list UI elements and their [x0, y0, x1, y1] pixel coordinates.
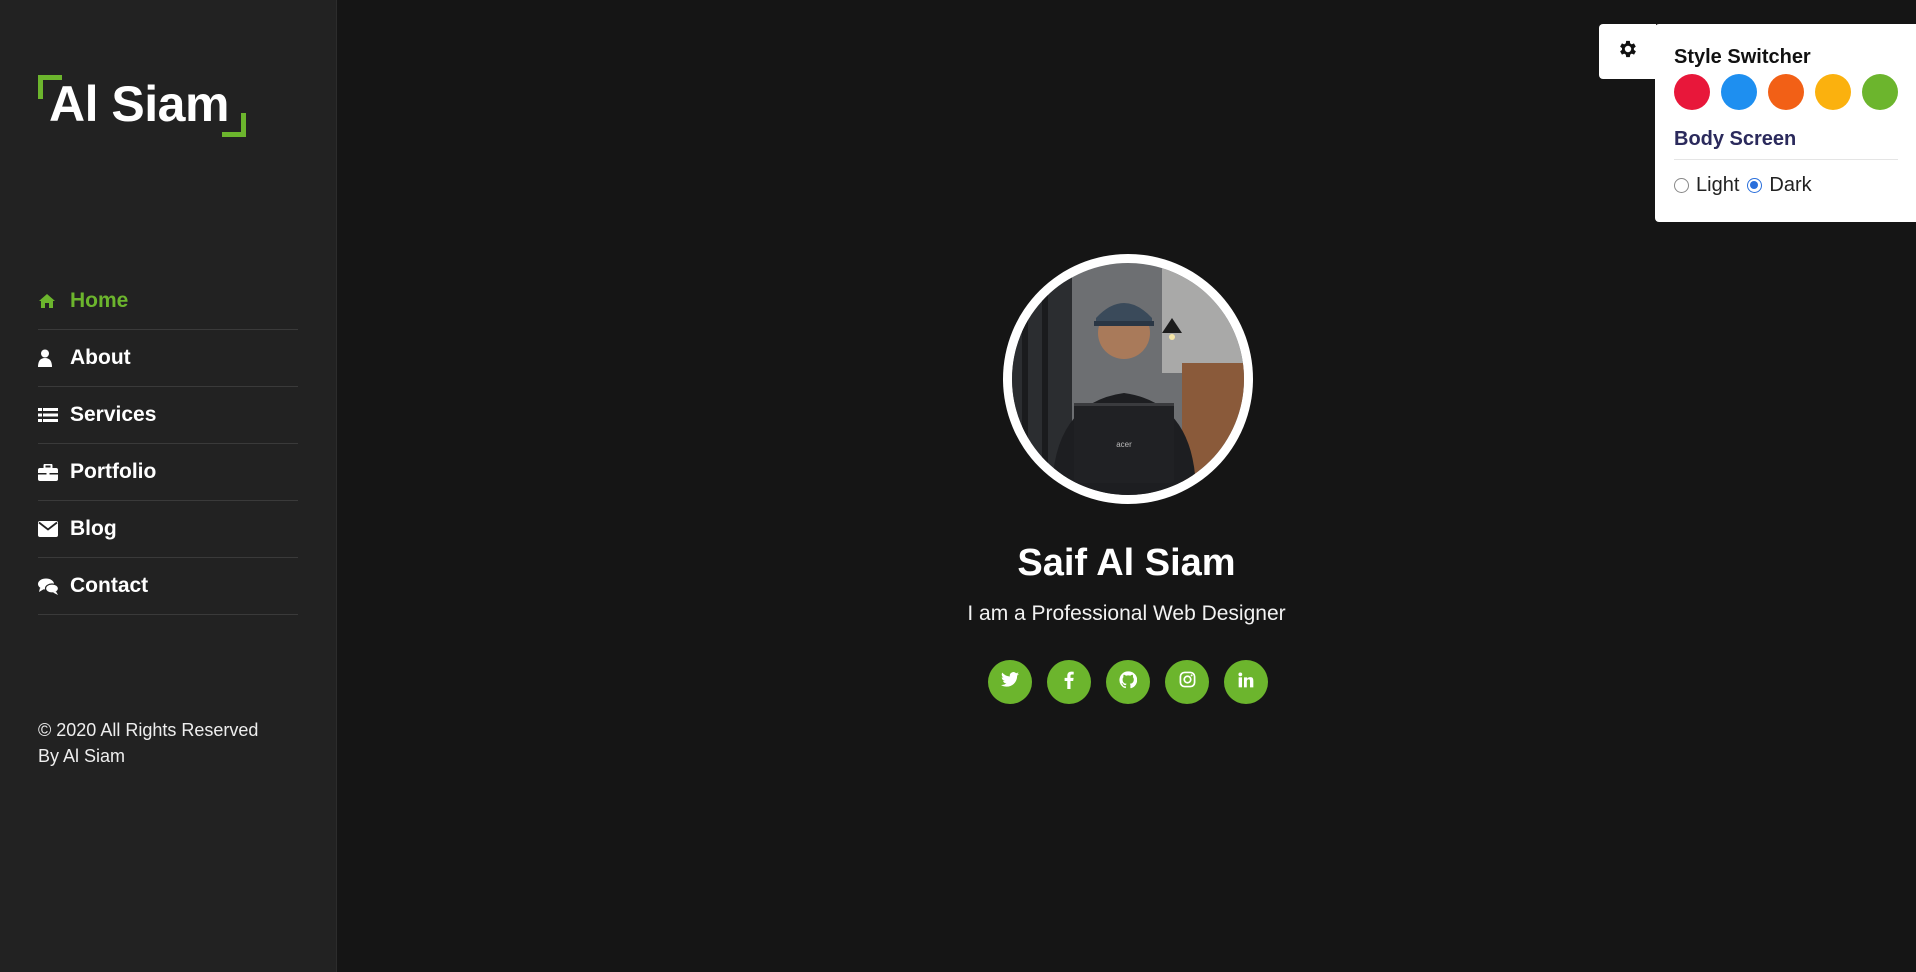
copyright-author: By Al Siam — [38, 746, 126, 766]
sidebar-item-home[interactable]: Home — [38, 273, 298, 330]
swatch-yellow[interactable] — [1815, 74, 1851, 110]
light-mode-label: Light — [1696, 174, 1740, 196]
user-icon — [38, 348, 64, 368]
swatch-red[interactable] — [1674, 74, 1710, 110]
instagram-link[interactable] — [1165, 660, 1209, 704]
facebook-icon — [1064, 671, 1074, 694]
swatch-green[interactable] — [1862, 74, 1898, 110]
dark-mode-option[interactable]: Dark — [1747, 174, 1812, 197]
linkedin-icon — [1238, 671, 1254, 693]
profile-photo: acer — [1012, 263, 1244, 495]
swatch-orange[interactable] — [1768, 74, 1804, 110]
logo[interactable]: Al Siam — [38, 75, 248, 137]
light-mode-option[interactable]: Light — [1674, 174, 1739, 197]
gear-icon — [1617, 38, 1639, 65]
sidebar-item-about[interactable]: About — [38, 330, 298, 387]
sidebar-item-label: Portfolio — [70, 460, 157, 483]
body-screen-title: Body Screen — [1674, 128, 1898, 160]
briefcase-icon — [38, 462, 64, 482]
sidebar: Al Siam Home About Services Portfolio Bl… — [0, 0, 337, 972]
facebook-link[interactable] — [1047, 660, 1091, 704]
swatch-blue[interactable] — [1721, 74, 1757, 110]
home-icon — [38, 291, 64, 311]
github-link[interactable] — [1106, 660, 1150, 704]
hero-name: Saif Al Siam — [1017, 542, 1236, 584]
twitter-link[interactable] — [988, 660, 1032, 704]
sidebar-item-label: About — [70, 346, 131, 369]
body-screen-modes: Light Dark — [1674, 174, 1898, 197]
copyright: © 2020 All Rights Reserved By Al Siam — [38, 717, 298, 769]
sidebar-item-label: Blog — [70, 517, 117, 540]
instagram-icon — [1179, 671, 1196, 693]
style-switcher-toggle[interactable] — [1599, 24, 1656, 79]
github-icon — [1119, 670, 1138, 694]
social-links — [988, 660, 1268, 704]
linkedin-link[interactable] — [1224, 660, 1268, 704]
light-mode-radio[interactable] — [1674, 178, 1689, 193]
hero-tagline: I am a Professional Web Designer — [967, 602, 1286, 625]
sidebar-item-portfolio[interactable]: Portfolio — [38, 444, 298, 501]
sidebar-item-label: Home — [70, 289, 129, 312]
sidebar-item-label: Services — [70, 403, 157, 426]
logo-text: Al Siam — [49, 76, 229, 132]
sidebar-item-contact[interactable]: Contact — [38, 558, 298, 615]
svg-text:acer: acer — [1116, 440, 1132, 449]
sidebar-nav: Home About Services Portfolio Blog Conta… — [38, 273, 298, 615]
dark-mode-label: Dark — [1769, 174, 1812, 196]
avatar: acer — [1003, 254, 1253, 504]
sidebar-item-label: Contact — [70, 574, 149, 597]
style-switcher-title: Style Switcher — [1674, 46, 1811, 68]
chat-icon — [38, 576, 64, 596]
twitter-icon — [1001, 672, 1019, 692]
copyright-line: © 2020 All Rights Reserved — [38, 720, 259, 740]
sidebar-item-blog[interactable]: Blog — [38, 501, 298, 558]
dark-mode-radio[interactable] — [1747, 178, 1763, 193]
sidebar-item-services[interactable]: Services — [38, 387, 298, 444]
logo-corner-bottom-right — [222, 113, 246, 137]
color-swatches — [1674, 74, 1898, 110]
list-icon — [38, 405, 64, 425]
envelope-icon — [38, 519, 64, 539]
style-switcher-panel: Style Switcher Body Screen Light Dark — [1655, 24, 1916, 222]
